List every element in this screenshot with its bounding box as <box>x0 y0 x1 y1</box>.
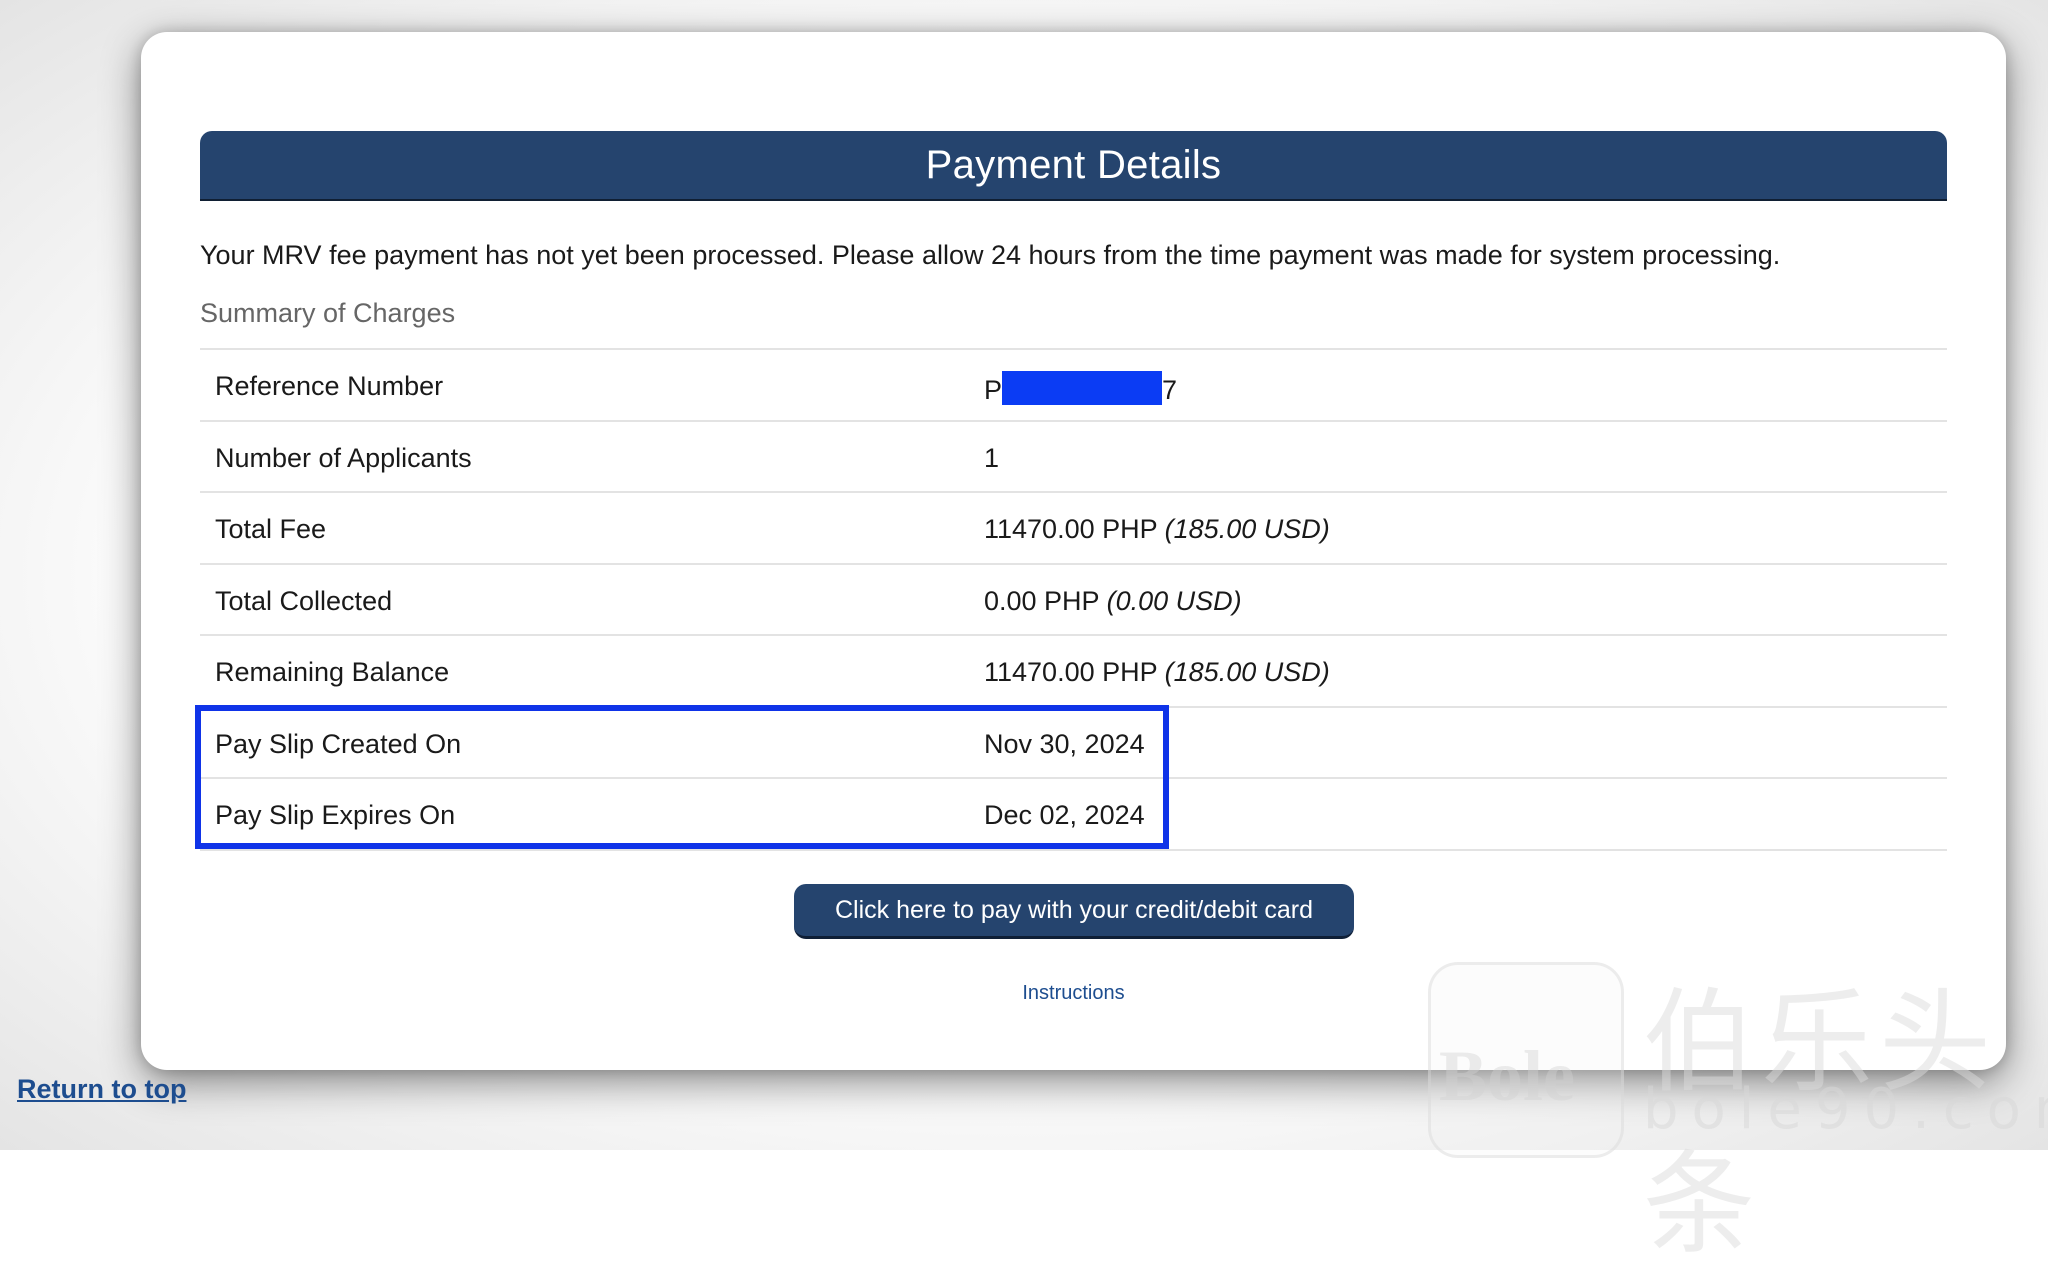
row-value: Dec 02, 2024 <box>984 800 1145 830</box>
reference-number-value: P7 <box>984 371 1177 406</box>
table-row-pay-slip-created: Pay Slip Created On Nov 30, 2024 <box>200 708 1947 779</box>
summary-heading: Summary of Charges <box>200 298 456 328</box>
row-label: Total Fee <box>215 514 327 544</box>
table-row-number-of-applicants: Number of Applicants 1 <box>200 422 1947 493</box>
row-value: 11470.00 PHP (185.00 USD) <box>984 514 1330 544</box>
instructions-link-text[interactable]: Instructions <box>1022 982 1124 1004</box>
row-label: Remaining Balance <box>215 657 450 687</box>
row-label: Number of Applicants <box>215 442 472 473</box>
row-label: Total Collected <box>215 585 393 616</box>
charges-table: Reference Number P7 Number of Applicants… <box>200 348 1947 851</box>
table-row-total-fee: Total Fee 11470.00 PHP (185.00 USD) <box>200 493 1947 565</box>
panel-header: Payment Details <box>200 131 1947 201</box>
row-value: 1 <box>984 442 1000 473</box>
pay-with-card-button[interactable]: Click here to pay with your credit/debit… <box>794 884 1354 939</box>
table-row-remaining-balance: Remaining Balance 11470.00 PHP (185.00 U… <box>200 636 1947 708</box>
redaction-block <box>1002 371 1163 405</box>
table-row-reference-number: Reference Number P7 <box>200 350 1947 422</box>
row-value: Nov 30, 2024 <box>984 728 1145 759</box>
row-value: 0.00 PHP (0.00 USD) <box>984 585 1242 616</box>
row-label: Pay Slip Expires On <box>215 800 456 830</box>
row-value: 11470.00 PHP (185.00 USD) <box>984 657 1330 687</box>
row-label: Reference Number <box>215 371 444 401</box>
row-label: Pay Slip Created On <box>215 728 462 759</box>
page-title: Payment Details <box>925 142 1222 187</box>
processing-notice: Your MRV fee payment has not yet been pr… <box>200 240 1781 270</box>
payment-details-panel: Payment Details Your MRV fee payment has… <box>141 32 2006 1070</box>
table-row-pay-slip-expires: Pay Slip Expires On Dec 02, 2024 <box>200 779 1947 851</box>
table-row-total-collected: Total Collected 0.00 PHP (0.00 USD) <box>200 565 1947 636</box>
instructions-link: Instructions <box>141 982 2006 1005</box>
return-to-top-link[interactable]: Return to top <box>17 1074 186 1105</box>
